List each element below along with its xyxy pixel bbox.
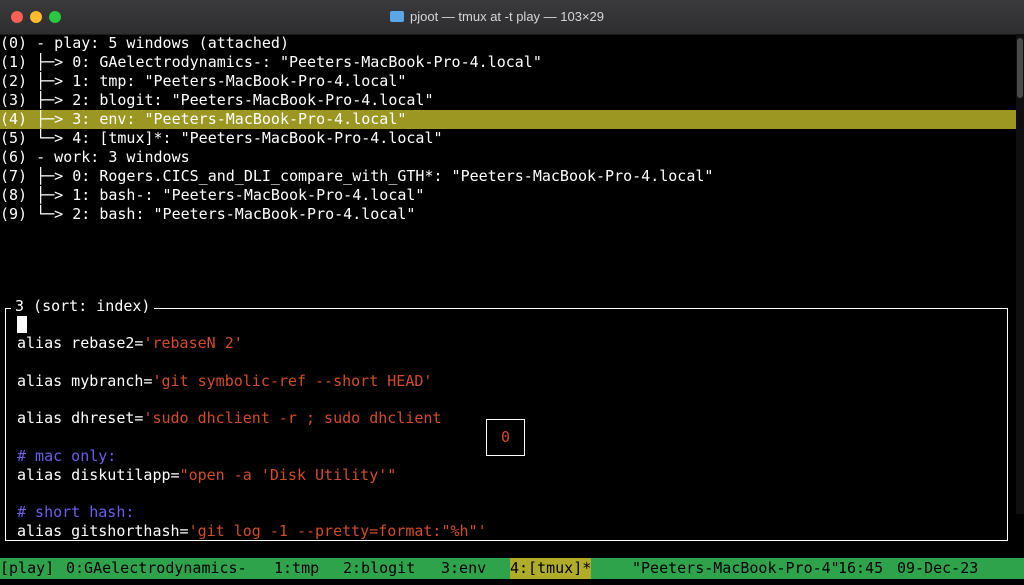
preview-string: 'rebaseN 2' (143, 334, 243, 352)
preview-string: 'git symbolic-ref --short HEAD' (152, 372, 433, 390)
window-title-area: pjoot — tmux at -t play — 103×29 (390, 9, 1024, 24)
status-window-0[interactable]: 0:GAelectrodynamics- (66, 558, 247, 579)
zoom-window-button[interactable] (49, 11, 61, 23)
folder-icon (390, 11, 404, 22)
preview-code: alias gitshorthash= (17, 522, 189, 540)
status-window-4-active[interactable]: 4:[tmux]* (510, 558, 592, 579)
preview-code: alias dhreset= (17, 409, 144, 427)
preview-line: alias dhreset='sudo dhclient -r ; sudo d… (17, 409, 441, 428)
preview-comment: # short hash: (17, 503, 134, 522)
terminal-window: pjoot — tmux at -t play — 103×29 (0) - p… (0, 0, 1024, 585)
status-window-2[interactable]: 2:blogit (343, 558, 415, 579)
preview-code: alias mybranch= (17, 372, 153, 390)
preview-line: alias rebase2='rebaseN 2' (17, 334, 243, 353)
preview-string: "open -a 'Disk Utility'" (179, 466, 397, 484)
status-hostname: "Peeters-MacBook-Pro-4" (632, 559, 840, 577)
preview-comment-text: # short hash: (17, 503, 135, 521)
text-cursor (17, 316, 27, 333)
tree-window-item[interactable]: (5) └─> 4: [tmux]*: "Peeters-MacBook-Pro… (0, 129, 443, 148)
pane-number-box: 0 (486, 419, 525, 456)
minimize-window-button[interactable] (30, 11, 42, 23)
preview-line: alias gitshorthash='git log -1 --pretty=… (17, 522, 487, 541)
tree-window-item[interactable]: (9) └─> 2: bash: "Peeters-MacBook-Pro-4.… (0, 205, 415, 224)
window-title: pjoot — tmux at -t play — 103×29 (410, 9, 605, 24)
tree-window-item[interactable]: (1) ├─> 0: GAelectrodynamics-: "Peeters-… (0, 53, 542, 72)
title-bar[interactable]: pjoot — tmux at -t play — 103×29 (0, 0, 1024, 35)
tree-window-item[interactable]: (3) ├─> 2: blogit: "Peeters-MacBook-Pro-… (0, 91, 433, 110)
status-window-3[interactable]: 3:env (441, 558, 486, 579)
tmux-status-bar: [play] 0:GAelectrodynamics- 1:tmp 2:blog… (0, 558, 1024, 579)
status-window-1[interactable]: 1:tmp (274, 558, 319, 579)
preview-line: alias diskutilapp="open -a 'Disk Utility… (17, 466, 396, 485)
tree-window-item[interactable]: (7) ├─> 0: Rogers.CICS_and_DLI_compare_w… (0, 167, 713, 186)
preview-code: alias rebase2= (17, 334, 144, 352)
preview-string: 'git log -1 --pretty=format:"%h"' (188, 522, 487, 540)
tree-window-item[interactable]: (2) ├─> 1: tmp: "Peeters-MacBook-Pro-4.l… (0, 72, 406, 91)
tree-session-play[interactable]: (0) - play: 5 windows (attached) (0, 34, 289, 53)
preview-comment-text: # mac only: (17, 447, 117, 465)
terminal-content[interactable]: (0) - play: 5 windows (attached) (1) ├─>… (0, 34, 1024, 585)
tree-window-item[interactable]: (8) ├─> 1: bash-: "Peeters-MacBook-Pro-4… (0, 186, 424, 205)
preview-comment: # mac only: (17, 447, 116, 466)
tree-session-work[interactable]: (6) - work: 3 windows (0, 148, 190, 167)
tree-window-item-selected[interactable]: (4) ├─> 3: env: "Peeters-MacBook-Pro-4.l… (0, 110, 1016, 129)
status-date: 09-Dec-23 (897, 559, 979, 577)
scrollbar[interactable] (1016, 34, 1024, 514)
preview-title: 3 (sort: index) (11, 297, 155, 316)
preview-code: alias diskutilapp= (17, 466, 180, 484)
preview-line: alias mybranch='git symbolic-ref --short… (17, 372, 432, 391)
preview-string: 'sudo dhclient -r ; sudo dhclient (143, 409, 442, 427)
status-session-name[interactable]: [play] (0, 558, 54, 579)
close-window-button[interactable] (11, 11, 23, 23)
scrollbar-thumb[interactable] (1017, 38, 1023, 98)
status-time: 16:45 (838, 559, 884, 577)
